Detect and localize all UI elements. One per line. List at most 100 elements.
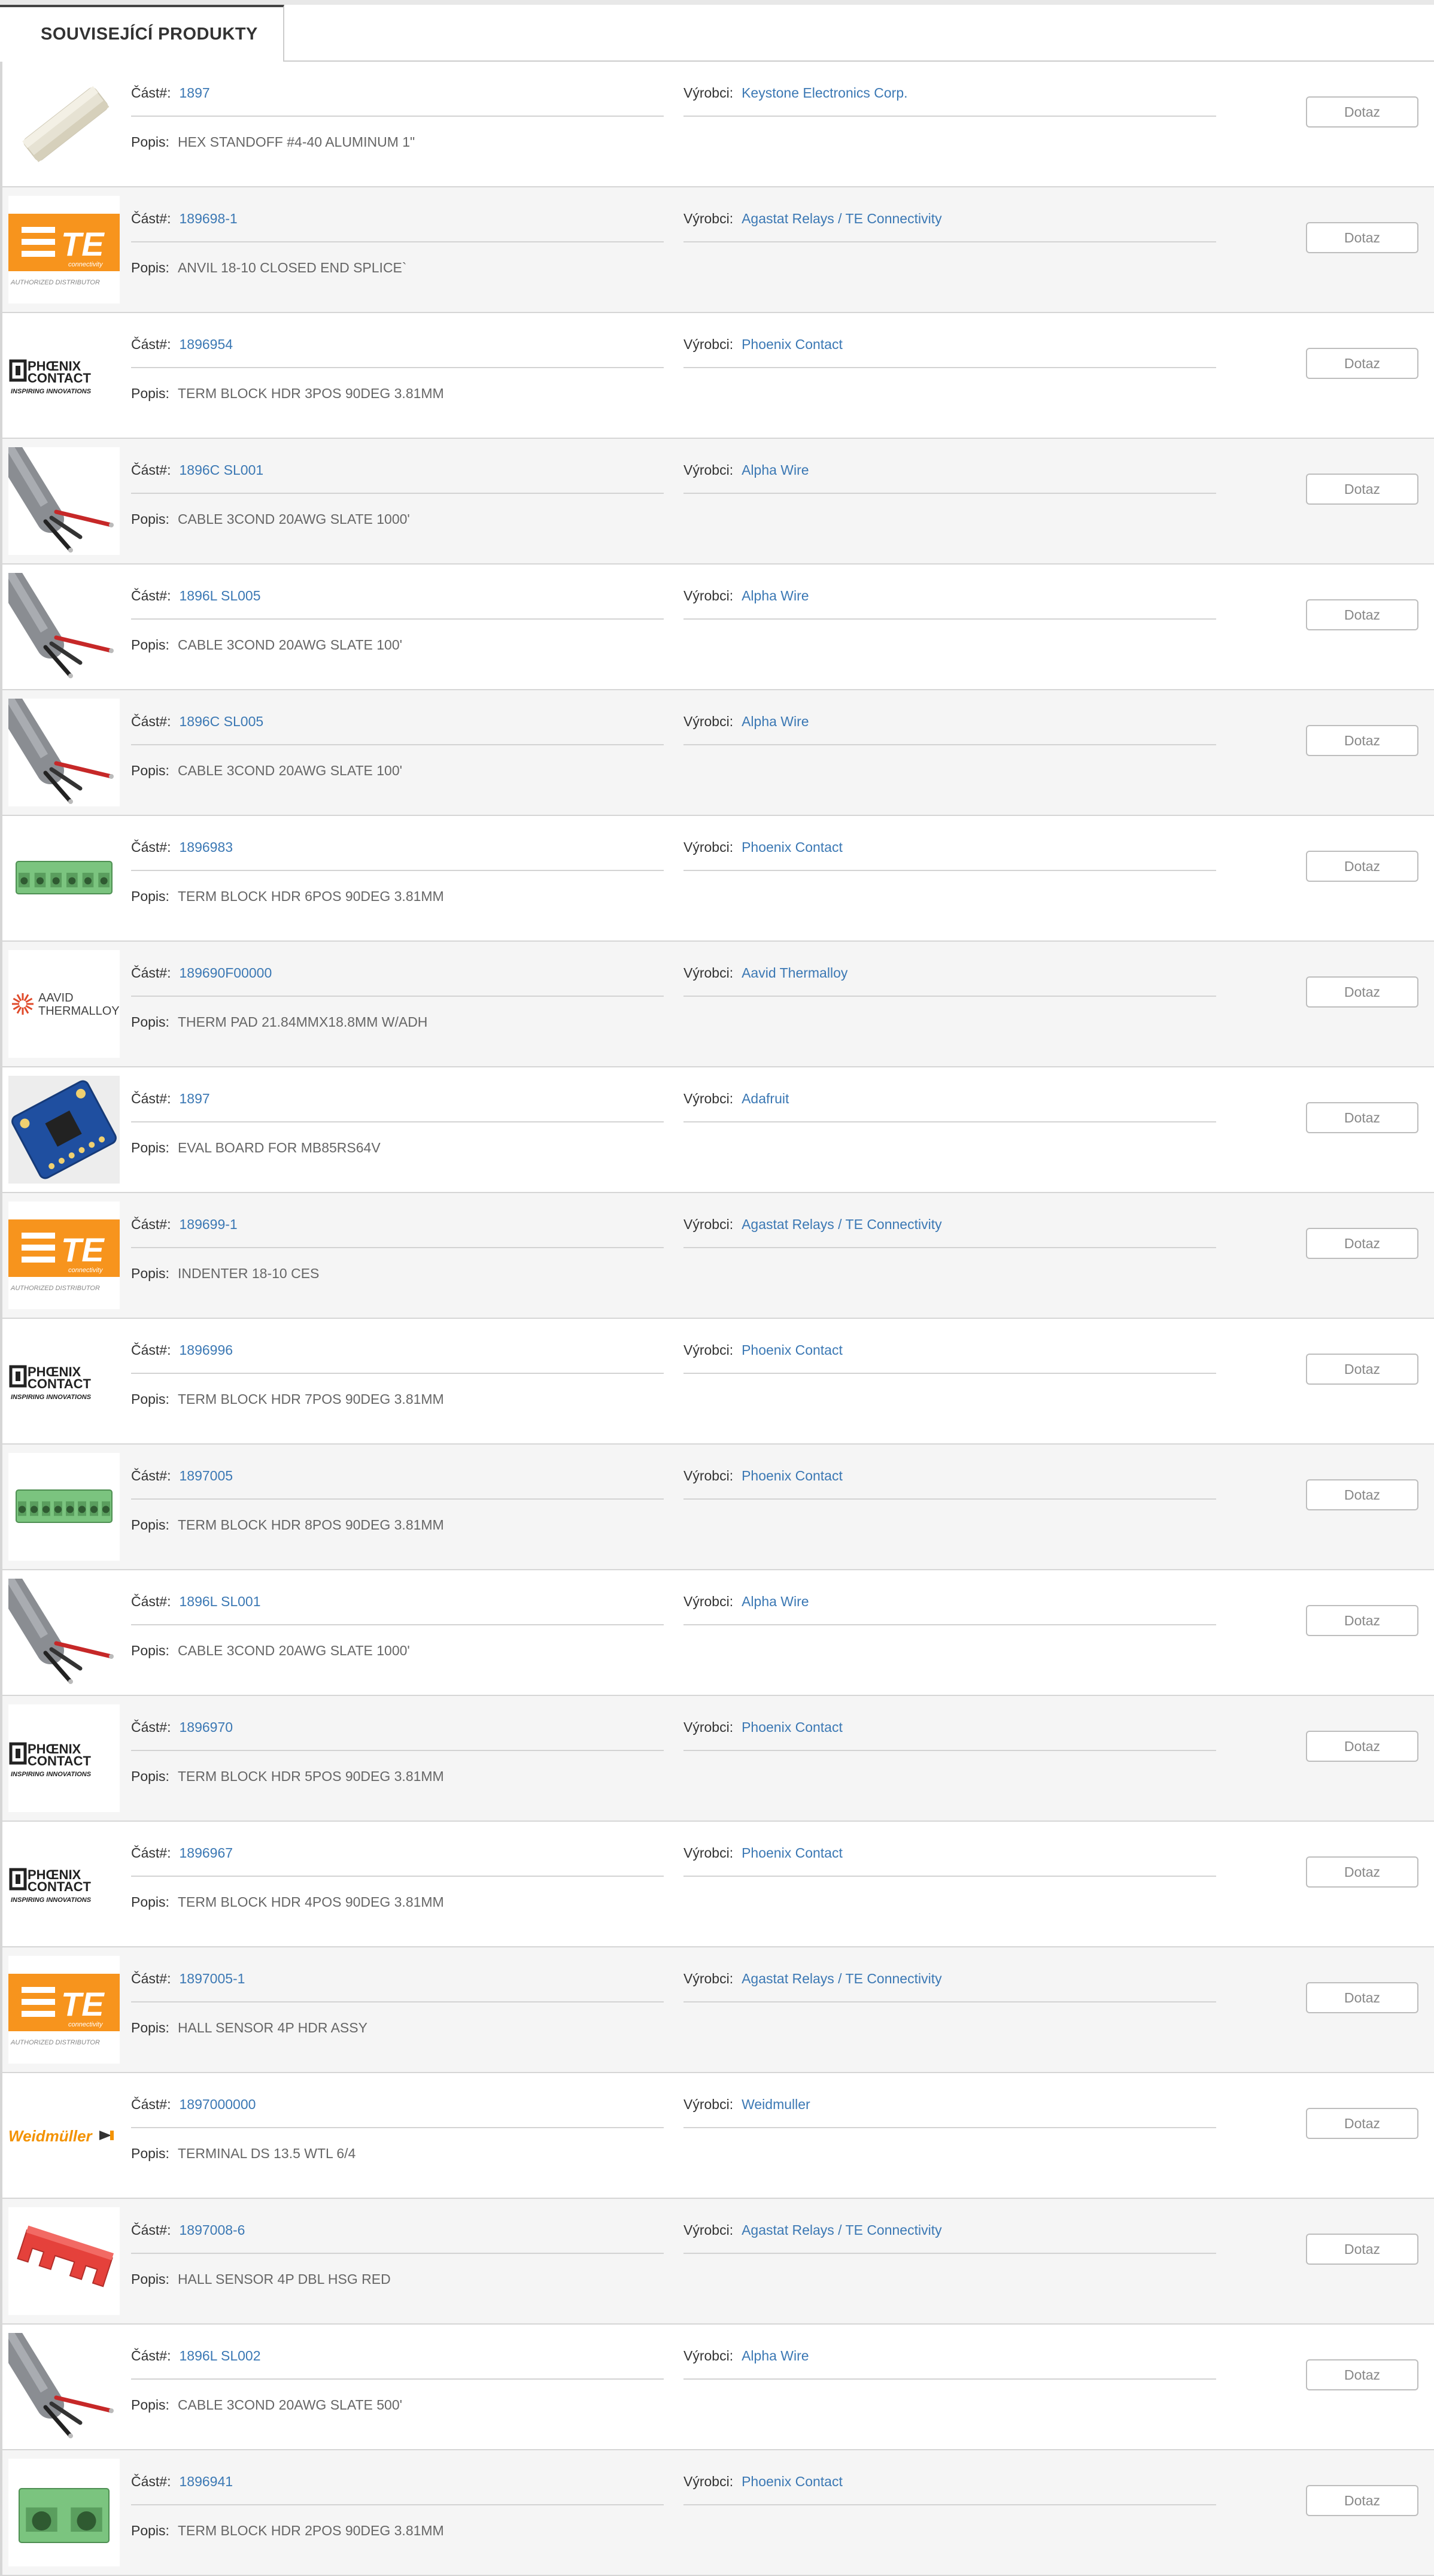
inquiry-button[interactable]: Dotaz bbox=[1306, 1605, 1418, 1636]
part-number-link[interactable]: 1896983 bbox=[179, 839, 233, 855]
manufacturer-link[interactable]: Phoenix Contact bbox=[742, 1342, 843, 1358]
description-field: Popis: TERM BLOCK HDR 7POS 90DEG 3.81MM bbox=[131, 1391, 444, 1407]
divider bbox=[131, 1373, 664, 1374]
part-number-link[interactable]: 1896996 bbox=[179, 1342, 233, 1358]
inquiry-button[interactable]: Dotaz bbox=[1306, 2485, 1418, 2516]
product-image[interactable] bbox=[8, 2459, 120, 2566]
description-label: Popis: bbox=[131, 888, 169, 904]
part-number-link[interactable]: 1896970 bbox=[179, 1719, 233, 1735]
inquiry-button[interactable]: Dotaz bbox=[1306, 599, 1418, 630]
inquiry-button[interactable]: Dotaz bbox=[1306, 96, 1418, 128]
divider bbox=[131, 618, 664, 620]
manufacturer-link[interactable]: Weidmuller bbox=[742, 2096, 810, 2112]
inquiry-button[interactable]: Dotaz bbox=[1306, 222, 1418, 253]
manufacturer-link[interactable]: Alpha Wire bbox=[742, 588, 809, 603]
part-number-link[interactable]: 1897 bbox=[179, 85, 209, 101]
manufacturer-link[interactable]: Keystone Electronics Corp. bbox=[742, 85, 907, 101]
inquiry-button[interactable]: Dotaz bbox=[1306, 1102, 1418, 1133]
product-image[interactable] bbox=[8, 1453, 120, 1561]
description-field: Popis: CABLE 3COND 20AWG SLATE 1000' bbox=[131, 511, 410, 527]
part-number-link[interactable]: 1896L SL005 bbox=[179, 588, 260, 603]
description-text: HEX STANDOFF #4-40 ALUMINUM 1" bbox=[177, 134, 415, 150]
manufacturer-link[interactable]: Adafruit bbox=[742, 1091, 789, 1106]
manufacturer-link[interactable]: Phoenix Contact bbox=[742, 336, 843, 352]
inquiry-button[interactable]: Dotaz bbox=[1306, 2108, 1418, 2139]
manufacturer-link[interactable]: Agastat Relays / TE Connectivity bbox=[742, 2222, 942, 2238]
manufacturer-link[interactable]: Phoenix Contact bbox=[742, 2474, 843, 2489]
manufacturer-link[interactable]: Aavid Thermalloy bbox=[742, 965, 847, 981]
manufacturer-link[interactable]: Phoenix Contact bbox=[742, 839, 843, 855]
product-image[interactable]: AAVID THERMALLOY bbox=[8, 950, 120, 1058]
inquiry-button[interactable]: Dotaz bbox=[1306, 1354, 1418, 1385]
inquiry-button[interactable]: Dotaz bbox=[1306, 2359, 1418, 2390]
manufacturer-link[interactable]: Agastat Relays / TE Connectivity bbox=[742, 211, 942, 226]
manufacturer-link[interactable]: Phoenix Contact bbox=[742, 1845, 843, 1861]
manufacturer-link[interactable]: Agastat Relays / TE Connectivity bbox=[742, 1216, 942, 1232]
part-number-link[interactable]: 1896L SL001 bbox=[179, 1594, 260, 1609]
inquiry-button[interactable]: Dotaz bbox=[1306, 474, 1418, 505]
product-image[interactable]: TE connectivity AUTHORIZED DISTRIBUTOR bbox=[8, 196, 120, 304]
part-number-link[interactable]: 1897005-1 bbox=[179, 1971, 245, 1986]
product-image[interactable] bbox=[8, 447, 120, 555]
inquiry-button[interactable]: Dotaz bbox=[1306, 1856, 1418, 1888]
description-label: Popis: bbox=[131, 2271, 169, 2287]
part-number-link[interactable]: 1896L SL002 bbox=[179, 2348, 260, 2363]
red-housing-image bbox=[17, 2225, 114, 2287]
inquiry-button[interactable]: Dotaz bbox=[1306, 2234, 1418, 2265]
part-number-link[interactable]: 1897005 bbox=[179, 1468, 233, 1483]
product-image[interactable] bbox=[8, 1579, 120, 1686]
product-image[interactable]: TE connectivity AUTHORIZED DISTRIBUTOR bbox=[8, 1956, 120, 2064]
inquiry-button[interactable]: Dotaz bbox=[1306, 976, 1418, 1008]
inquiry-button[interactable]: Dotaz bbox=[1306, 1731, 1418, 1762]
part-number-link[interactable]: 1896C SL005 bbox=[179, 714, 263, 729]
tab-bar: SOUVISEJÍCÍ PRODUKTY bbox=[0, 5, 1434, 63]
manufacturer-link[interactable]: Alpha Wire bbox=[742, 1594, 809, 1609]
product-image[interactable]: PHŒNIX CONTACT INSPIRING INNOVATIONS bbox=[8, 1830, 120, 1938]
description-text: TERM BLOCK HDR 2POS 90DEG 3.81MM bbox=[177, 2523, 444, 2538]
part-label: Část#: bbox=[131, 1594, 171, 1609]
manufacturer-link[interactable]: Phoenix Contact bbox=[742, 1468, 843, 1483]
product-image[interactable] bbox=[8, 2333, 120, 2441]
product-image[interactable] bbox=[8, 824, 120, 932]
product-image[interactable]: PHŒNIX CONTACT INSPIRING INNOVATIONS bbox=[8, 1327, 120, 1435]
manufacturer-link[interactable]: Agastat Relays / TE Connectivity bbox=[742, 1971, 942, 1986]
divider bbox=[683, 618, 1216, 620]
manufacturer-link[interactable]: Alpha Wire bbox=[742, 462, 809, 478]
divider bbox=[683, 1876, 1216, 1877]
inquiry-button[interactable]: Dotaz bbox=[1306, 725, 1418, 756]
product-image[interactable] bbox=[8, 1076, 120, 1184]
description-text: TERM BLOCK HDR 7POS 90DEG 3.81MM bbox=[177, 1391, 444, 1407]
part-field: Část#: 1896L SL002 bbox=[131, 2347, 261, 2364]
product-image[interactable] bbox=[8, 699, 120, 806]
product-image[interactable]: PHŒNIX CONTACT INSPIRING INNOVATIONS bbox=[8, 1704, 120, 1812]
inquiry-button[interactable]: Dotaz bbox=[1306, 1479, 1418, 1510]
part-number-link[interactable]: 1897000000 bbox=[179, 2096, 256, 2112]
part-number-link[interactable]: 189698-1 bbox=[179, 211, 237, 226]
tab-related-products[interactable]: SOUVISEJÍCÍ PRODUKTY bbox=[0, 5, 284, 63]
inquiry-button[interactable]: Dotaz bbox=[1306, 1228, 1418, 1259]
inquiry-button[interactable]: Dotaz bbox=[1306, 851, 1418, 882]
product-image[interactable]: TE connectivity AUTHORIZED DISTRIBUTOR bbox=[8, 1201, 120, 1309]
inquiry-button[interactable]: Dotaz bbox=[1306, 348, 1418, 379]
part-label: Část#: bbox=[131, 2222, 171, 2238]
part-number-link[interactable]: 1896C SL001 bbox=[179, 462, 263, 478]
part-number-link[interactable]: 1896954 bbox=[179, 336, 233, 352]
part-number-link[interactable]: 189699-1 bbox=[179, 1216, 237, 1232]
part-number-link[interactable]: 1897 bbox=[179, 1091, 209, 1106]
description-label: Popis: bbox=[131, 260, 169, 275]
part-number-link[interactable]: 1896941 bbox=[179, 2474, 233, 2489]
part-number-link[interactable]: 1896967 bbox=[179, 1845, 233, 1861]
product-image[interactable] bbox=[8, 573, 120, 681]
inquiry-button[interactable]: Dotaz bbox=[1306, 1982, 1418, 2013]
manufacturer-link[interactable]: Alpha Wire bbox=[742, 714, 809, 729]
product-image[interactable] bbox=[8, 2207, 120, 2315]
phoenix-tagline: INSPIRING INNOVATIONS bbox=[11, 1394, 92, 1401]
manufacturer-link[interactable]: Alpha Wire bbox=[742, 2348, 809, 2363]
part-number-link[interactable]: 189690F00000 bbox=[179, 965, 272, 981]
manufacturer-link[interactable]: Phoenix Contact bbox=[742, 1719, 843, 1735]
product-image[interactable] bbox=[8, 70, 120, 178]
product-image[interactable]: PHŒNIX CONTACT INSPIRING INNOVATIONS bbox=[8, 321, 120, 429]
product-image[interactable]: Weidmüller bbox=[8, 2082, 120, 2189]
description-text: ANVIL 18-10 CLOSED END SPLICE` bbox=[177, 260, 407, 275]
part-number-link[interactable]: 1897008-6 bbox=[179, 2222, 245, 2238]
